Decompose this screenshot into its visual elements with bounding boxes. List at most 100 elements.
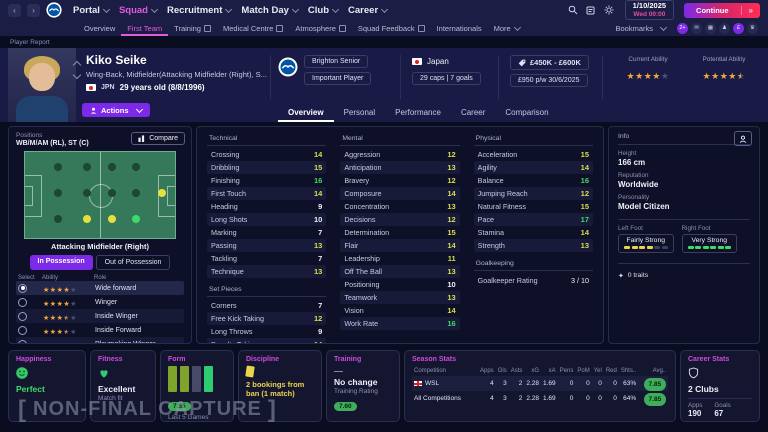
continue-button[interactable]: Continue » — [684, 3, 760, 18]
stat-cell: 63% — [619, 376, 638, 391]
subnav-atmosphere[interactable]: Atmosphere — [289, 20, 351, 36]
training-card[interactable]: Training — No change Training Rating 7.6… — [326, 350, 400, 422]
compare-button[interactable]: Compare — [131, 132, 185, 145]
fitness-value: Excellent — [98, 384, 148, 394]
role-row[interactable]: ★★★★★Wide forward — [16, 281, 184, 295]
stat-cell: 4 — [478, 376, 496, 391]
tab-personal[interactable]: Personal — [334, 104, 386, 122]
role-list: ★★★★★Wide forward★★★★★Winger★★★★★Inside … — [16, 281, 184, 344]
star-icon: ★ — [720, 71, 729, 81]
season-stats-card[interactable]: Season Stats CompetitionAppsGlsAstsxGxAP… — [404, 350, 676, 422]
yellow-card-icon — [245, 365, 254, 377]
compare-icon — [138, 135, 145, 142]
notifications-icon[interactable]: 2+ — [677, 23, 688, 34]
attribute-row: Long Throws9 — [207, 325, 326, 338]
player-prev-icon[interactable] — [73, 61, 81, 69]
attribute-name: Agility — [478, 163, 497, 172]
tactics-icon[interactable]: ♟ — [719, 23, 730, 34]
fitness-sub: Match fit — [98, 395, 148, 402]
star-icon: ★ — [57, 343, 64, 344]
personality-label: Personality — [618, 194, 750, 201]
season-stats-table: CompetitionAppsGlsAstsxGxAPensPoMYelRedS… — [412, 366, 668, 406]
column-header: Red — [604, 366, 619, 376]
attribute-value: 13 — [314, 267, 322, 276]
out-of-possession-toggle[interactable]: Out of Possession — [96, 255, 171, 270]
stat-cell: 0 — [558, 391, 576, 406]
player-next-icon[interactable] — [73, 71, 81, 79]
club-chip[interactable]: Brighton Senior — [304, 55, 368, 68]
titlebar: ‹ › PortalSquadRecruitmentMatch DayClubC… — [0, 0, 768, 36]
stat-cell: 2.28 — [524, 391, 541, 406]
tab-overview[interactable]: Overview — [278, 104, 334, 122]
current-ability-stars: ★★★★★ — [612, 66, 684, 84]
role-name: Inside Winger — [95, 313, 138, 320]
attribute-value: 14 — [314, 150, 322, 159]
nav-career[interactable]: Career — [343, 5, 392, 16]
attribute-row: Decisions12 — [340, 213, 459, 226]
nav-squad[interactable]: Squad — [114, 5, 162, 16]
role-row[interactable]: ★★★★★Inside Forward — [16, 323, 184, 337]
competitions-icon[interactable]: ♛ — [747, 23, 758, 34]
subnav-squad-feedback[interactable]: Squad Feedback — [352, 20, 431, 36]
mental-column: Mental Aggression12Anticipation13Bravery… — [340, 132, 459, 344]
subnav-training[interactable]: Training — [168, 20, 217, 36]
role-row[interactable]: ★★★★★Playmaking Winger — [16, 337, 184, 344]
in-possession-toggle[interactable]: In Possession — [30, 255, 93, 270]
attribute-value: 12 — [447, 150, 455, 159]
subnav-more[interactable]: More — [488, 20, 526, 36]
star-icon: ★ — [43, 343, 50, 344]
attribute-name: Bravery — [344, 176, 369, 185]
traits-row[interactable]: ✦ 0 traits — [618, 263, 750, 280]
role-radio[interactable] — [18, 326, 27, 335]
nav-recruitment[interactable]: Recruitment — [162, 5, 236, 16]
subnav-medical-centre[interactable]: Medical Centre — [217, 20, 289, 36]
stat-cell: 0 — [575, 391, 591, 406]
role-radio[interactable] — [18, 312, 27, 321]
role-radio[interactable] — [18, 284, 27, 293]
subnav-overview[interactable]: Overview — [78, 20, 121, 36]
mail-icon[interactable]: ✉ — [691, 23, 702, 34]
fast-forward-icon[interactable]: » — [741, 6, 760, 15]
back-button[interactable]: ‹ — [8, 4, 21, 17]
form-sub: Last 5 Games — [168, 414, 226, 421]
attribute-name: Heading — [211, 202, 238, 211]
actions-button[interactable]: Actions — [82, 103, 150, 117]
role-radio[interactable] — [18, 298, 27, 307]
happiness-card[interactable]: Happiness Perfect — [8, 350, 86, 422]
notes-icon[interactable] — [585, 4, 597, 16]
profile-icon[interactable] — [734, 131, 752, 146]
discipline-card[interactable]: Discipline 2 bookings from ban (1 match) — [238, 350, 322, 422]
tab-performance[interactable]: Performance — [385, 104, 451, 122]
role-row[interactable]: ★★★★★Inside Winger — [16, 309, 184, 323]
fitness-card[interactable]: Fitness Excellent Match fit — [90, 350, 156, 422]
technical-column: Technical Crossing14Dribbling15Finishing… — [207, 132, 326, 344]
nav-portal[interactable]: Portal — [68, 5, 114, 16]
form-card[interactable]: Form 7.85 Last 5 Games — [160, 350, 234, 422]
subnav-label: More — [494, 24, 511, 33]
chevron-down-icon — [292, 5, 299, 12]
squad-icon[interactable]: ▦ — [705, 23, 716, 34]
chevron-down-icon — [225, 5, 232, 12]
subnav-first-team[interactable]: First Team — [121, 20, 168, 36]
tab-career[interactable]: Career — [451, 104, 495, 122]
career-stats-card[interactable]: Career Stats 2 Clubs Apps190 Goals67 — [680, 350, 760, 422]
finances-icon[interactable]: £ — [733, 23, 744, 34]
subnav-internationals[interactable]: Internationals — [431, 20, 488, 36]
role-radio[interactable] — [18, 340, 27, 345]
goalkeeping-header: Goalkeeping — [474, 257, 593, 271]
forward-button[interactable]: › — [27, 4, 40, 17]
search-icon[interactable] — [567, 4, 579, 16]
shield-icon — [688, 367, 699, 379]
nav-match-day[interactable]: Match Day — [236, 5, 303, 16]
tab-comparison[interactable]: Comparison — [495, 104, 558, 122]
role-name: Inside Forward — [95, 327, 141, 334]
gear-icon[interactable] — [603, 4, 615, 16]
bookmarks-button[interactable]: Bookmarks — [615, 24, 666, 33]
role-row[interactable]: ★★★★★Winger — [16, 295, 184, 309]
rating-cell: 7.85 — [638, 376, 668, 391]
nav-club[interactable]: Club — [303, 5, 343, 16]
attribute-value: 10 — [314, 215, 322, 224]
stat-cell: 2 — [509, 376, 525, 391]
stat-cell: 4 — [478, 391, 496, 406]
attribute-row: Pace17 — [474, 213, 593, 226]
